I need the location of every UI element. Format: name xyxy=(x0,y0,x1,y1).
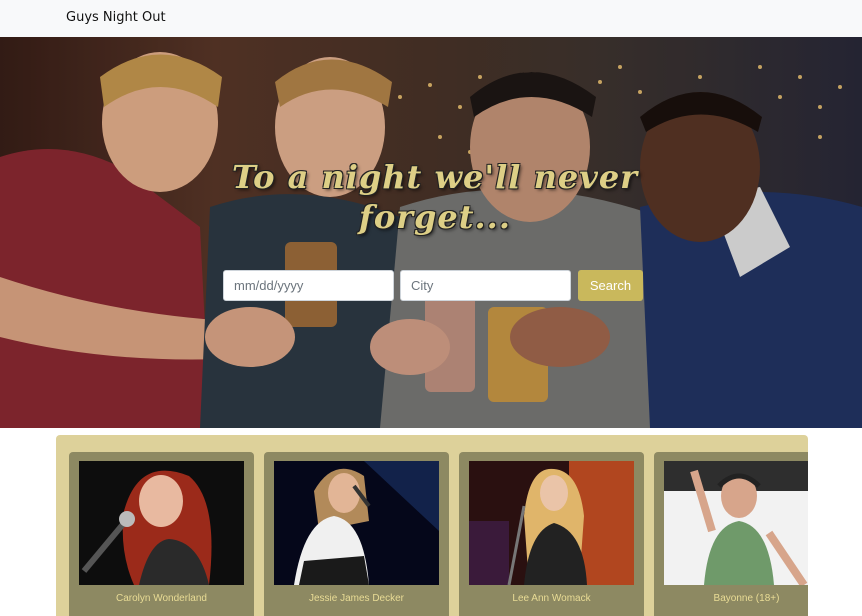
date-input[interactable] xyxy=(223,270,394,301)
event-name: Bayonne (18+) xyxy=(713,593,780,604)
city-input[interactable] xyxy=(400,270,571,301)
event-photo xyxy=(664,461,808,585)
event-photo xyxy=(469,461,634,585)
event-name: Carolyn Wonderland xyxy=(116,593,207,604)
event-card[interactable]: Jessie James Decker xyxy=(264,452,449,616)
hero-banner: To a night we'll never forget... Search xyxy=(0,37,862,428)
event-card[interactable]: Bayonne (18+) xyxy=(654,452,808,616)
search-button[interactable]: Search xyxy=(578,270,643,301)
event-card[interactable]: Carolyn Wonderland xyxy=(69,452,254,616)
event-name: Lee Ann Womack xyxy=(512,593,591,604)
hero-tagline: To a night we'll never forget... xyxy=(231,158,639,236)
event-name: Jessie James Decker xyxy=(308,593,405,604)
event-photo xyxy=(79,461,244,585)
event-carousel: Carolyn Wonderland Jessie James Decker L… xyxy=(56,435,808,616)
brand-link[interactable]: Guys Night Out xyxy=(66,10,166,25)
navbar: Guys Night Out xyxy=(0,0,862,37)
event-card[interactable]: Lee Ann Womack xyxy=(459,452,644,616)
event-photo xyxy=(274,461,439,585)
